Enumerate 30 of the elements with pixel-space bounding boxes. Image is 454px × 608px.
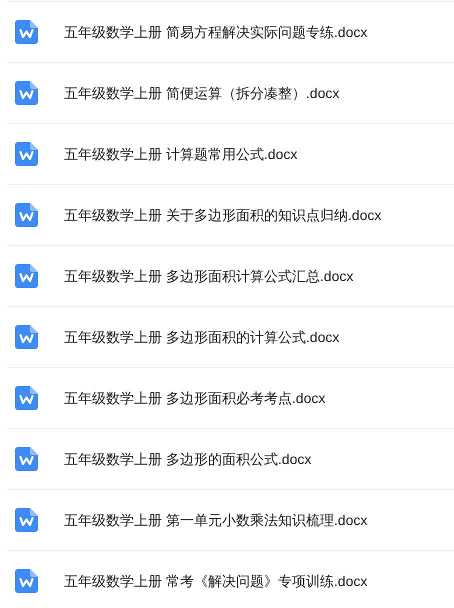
- file-name: 五年级数学上册 简易方程解决实际问题专练.docx: [64, 22, 368, 42]
- file-name: 五年级数学上册 常考《解决问题》专项训练.docx: [64, 572, 368, 590]
- file-name: 五年级数学上册 多边形面积必考考点.docx: [64, 388, 326, 408]
- file-name: 五年级数学上册 第一单元小数乘法知识梳理.docx: [64, 510, 368, 530]
- word-document-icon: [15, 264, 38, 288]
- file-name: 五年级数学上册 关于多边形面积的知识点归纳.docx: [64, 206, 382, 224]
- word-document-icon: [15, 20, 38, 44]
- word-document-icon: [15, 569, 38, 593]
- file-name: 五年级数学上册 多边形面积的计算公式.docx: [64, 328, 340, 346]
- file-row[interactable]: 五年级数学上册 简易方程解决实际问题专练.docx: [7, 1, 454, 62]
- file-row[interactable]: 五年级数学上册 多边形面积的计算公式.docx: [7, 306, 454, 367]
- file-name: 五年级数学上册 多边形的面积公式.docx: [64, 450, 312, 468]
- file-row[interactable]: 五年级数学上册 第一单元小数乘法知识梳理.docx: [7, 489, 454, 550]
- word-document-icon: [15, 508, 38, 532]
- file-name: 五年级数学上册 计算题常用公式.docx: [64, 144, 298, 164]
- file-row[interactable]: 五年级数学上册 计算题常用公式.docx: [7, 123, 454, 184]
- word-document-icon: [15, 142, 38, 166]
- word-document-icon: [15, 203, 38, 227]
- file-row[interactable]: 五年级数学上册 关于多边形面积的知识点归纳.docx: [7, 184, 454, 245]
- word-document-icon: [15, 81, 38, 105]
- file-name: 五年级数学上册 简便运算（拆分凑整）.docx: [64, 84, 340, 102]
- file-name: 五年级数学上册 多边形面积计算公式汇总.docx: [64, 266, 354, 286]
- file-row[interactable]: 五年级数学上册 多边形的面积公式.docx: [7, 428, 454, 489]
- word-document-icon: [15, 447, 38, 471]
- word-document-icon: [15, 325, 38, 349]
- file-row[interactable]: 五年级数学上册 常考《解决问题》专项训练.docx: [7, 550, 454, 608]
- file-row[interactable]: 五年级数学上册 多边形面积必考考点.docx: [7, 367, 454, 428]
- file-row[interactable]: 五年级数学上册 简便运算（拆分凑整）.docx: [7, 62, 454, 123]
- file-row[interactable]: 五年级数学上册 多边形面积计算公式汇总.docx: [7, 245, 454, 306]
- word-document-icon: [15, 386, 38, 410]
